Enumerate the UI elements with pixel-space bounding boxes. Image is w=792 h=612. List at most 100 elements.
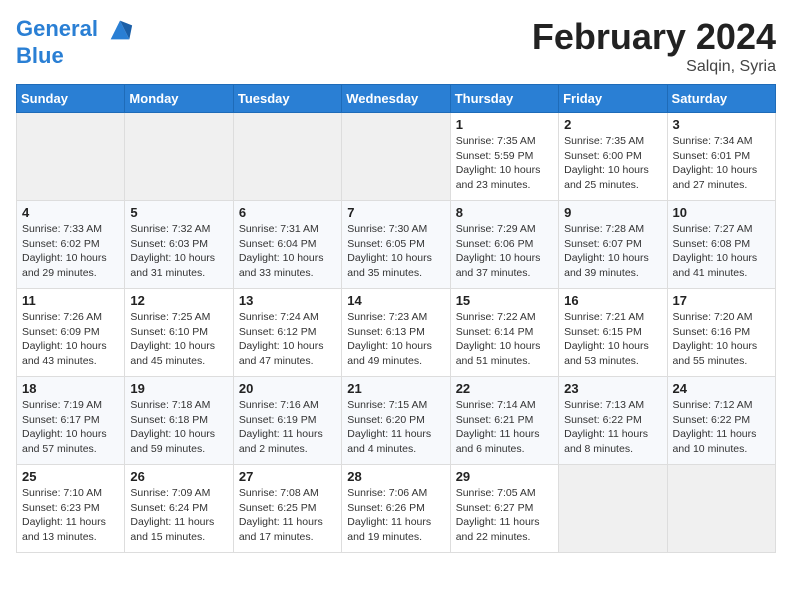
calendar-cell: 8Sunrise: 7:29 AM Sunset: 6:06 PM Daylig… [450, 201, 558, 289]
calendar-week-5: 25 Sunrise: 7:10 AM Sunset: 6:23 PM Dayli… [17, 465, 776, 553]
day-info: Sunrise: 7:08 AM Sunset: 6:25 PM Dayligh… [239, 486, 336, 545]
calendar-cell [17, 113, 125, 201]
calendar-cell: 26 Sunrise: 7:09 AM Sunset: 6:24 PM Dayli… [125, 465, 233, 553]
calendar-cell: 19 Sunrise: 7:18 AM Sunset: 6:18 PM Dayli… [125, 377, 233, 465]
day-info: Sunrise: 7:24 AM Sunset: 6:12 PM Dayligh… [239, 310, 336, 369]
calendar-cell: 12 Sunrise: 7:25 AM Sunset: 6:10 PM Dayli… [125, 289, 233, 377]
calendar-cell: 15Sunrise: 7:22 AM Sunset: 6:14 PM Dayli… [450, 289, 558, 377]
calendar-cell: 5 Sunrise: 7:32 AM Sunset: 6:03 PM Daylig… [125, 201, 233, 289]
calendar-week-3: 11 Sunrise: 7:26 AM Sunset: 6:09 PM Dayli… [17, 289, 776, 377]
calendar-cell: 25 Sunrise: 7:10 AM Sunset: 6:23 PM Dayli… [17, 465, 125, 553]
calendar-cell: 11 Sunrise: 7:26 AM Sunset: 6:09 PM Dayli… [17, 289, 125, 377]
calendar-table: SundayMondayTuesdayWednesdayThursdayFrid… [16, 84, 776, 553]
weekday-header-monday: Monday [125, 85, 233, 113]
day-number: 8 [456, 205, 553, 220]
logo-text: General Blue [16, 16, 134, 68]
calendar-cell: 18Sunrise: 7:19 AM Sunset: 6:17 PM Dayli… [17, 377, 125, 465]
calendar-cell: 16 Sunrise: 7:21 AM Sunset: 6:15 PM Dayli… [559, 289, 667, 377]
day-info: Sunrise: 7:26 AM Sunset: 6:09 PM Dayligh… [22, 310, 119, 369]
day-number: 10 [673, 205, 770, 220]
calendar-cell: 3 Sunrise: 7:34 AM Sunset: 6:01 PM Daylig… [667, 113, 775, 201]
month-title: February 2024 [532, 16, 776, 58]
calendar-week-1: 1 Sunrise: 7:35 AM Sunset: 5:59 PM Daylig… [17, 113, 776, 201]
day-number: 3 [673, 117, 770, 132]
weekday-header-friday: Friday [559, 85, 667, 113]
day-number: 28 [347, 469, 444, 484]
weekday-header-wednesday: Wednesday [342, 85, 450, 113]
day-number: 15 [456, 293, 553, 308]
logo: General Blue [16, 16, 134, 68]
day-number: 16 [564, 293, 661, 308]
day-number: 29 [456, 469, 553, 484]
day-info: Sunrise: 7:10 AM Sunset: 6:23 PM Dayligh… [22, 486, 119, 545]
calendar-cell [125, 113, 233, 201]
day-number: 12 [130, 293, 227, 308]
weekday-header-saturday: Saturday [667, 85, 775, 113]
day-number: 25 [22, 469, 119, 484]
calendar-cell: 4 Sunrise: 7:33 AM Sunset: 6:02 PM Daylig… [17, 201, 125, 289]
weekday-header-tuesday: Tuesday [233, 85, 341, 113]
calendar-cell: 6Sunrise: 7:31 AM Sunset: 6:04 PM Daylig… [233, 201, 341, 289]
day-info: Sunrise: 7:18 AM Sunset: 6:18 PM Dayligh… [130, 398, 227, 457]
day-number: 7 [347, 205, 444, 220]
day-number: 26 [130, 469, 227, 484]
day-number: 17 [673, 293, 770, 308]
day-info: Sunrise: 7:28 AM Sunset: 6:07 PM Dayligh… [564, 222, 661, 281]
day-number: 1 [456, 117, 553, 132]
day-number: 2 [564, 117, 661, 132]
calendar-cell: 17 Sunrise: 7:20 AM Sunset: 6:16 PM Dayli… [667, 289, 775, 377]
day-number: 14 [347, 293, 444, 308]
calendar-cell: 22 Sunrise: 7:14 AM Sunset: 6:21 PM Dayli… [450, 377, 558, 465]
calendar-body: 1 Sunrise: 7:35 AM Sunset: 5:59 PM Daylig… [17, 113, 776, 553]
day-number: 11 [22, 293, 119, 308]
calendar-cell: 21 Sunrise: 7:15 AM Sunset: 6:20 PM Dayli… [342, 377, 450, 465]
calendar-cell: 1 Sunrise: 7:35 AM Sunset: 5:59 PM Daylig… [450, 113, 558, 201]
day-info: Sunrise: 7:30 AM Sunset: 6:05 PM Dayligh… [347, 222, 444, 281]
day-info: Sunrise: 7:32 AM Sunset: 6:03 PM Dayligh… [130, 222, 227, 281]
page-header: General Blue February 2024 Salqin, Syria [16, 16, 776, 76]
calendar-cell [667, 465, 775, 553]
calendar-cell: 2 Sunrise: 7:35 AM Sunset: 6:00 PM Daylig… [559, 113, 667, 201]
day-info: Sunrise: 7:35 AM Sunset: 6:00 PM Dayligh… [564, 134, 661, 193]
day-info: Sunrise: 7:06 AM Sunset: 6:26 PM Dayligh… [347, 486, 444, 545]
day-info: Sunrise: 7:16 AM Sunset: 6:19 PM Dayligh… [239, 398, 336, 457]
calendar-cell: 27 Sunrise: 7:08 AM Sunset: 6:25 PM Dayli… [233, 465, 341, 553]
calendar-cell: 28 Sunrise: 7:06 AM Sunset: 6:26 PM Dayli… [342, 465, 450, 553]
day-info: Sunrise: 7:15 AM Sunset: 6:20 PM Dayligh… [347, 398, 444, 457]
day-number: 24 [673, 381, 770, 396]
location-subtitle: Salqin, Syria [532, 58, 776, 76]
day-info: Sunrise: 7:12 AM Sunset: 6:22 PM Dayligh… [673, 398, 770, 457]
day-number: 5 [130, 205, 227, 220]
day-info: Sunrise: 7:09 AM Sunset: 6:24 PM Dayligh… [130, 486, 227, 545]
calendar-cell [233, 113, 341, 201]
day-info: Sunrise: 7:13 AM Sunset: 6:22 PM Dayligh… [564, 398, 661, 457]
calendar-cell: 9 Sunrise: 7:28 AM Sunset: 6:07 PM Daylig… [559, 201, 667, 289]
weekday-header-row: SundayMondayTuesdayWednesdayThursdayFrid… [17, 85, 776, 113]
weekday-header-sunday: Sunday [17, 85, 125, 113]
day-number: 18 [22, 381, 119, 396]
day-info: Sunrise: 7:25 AM Sunset: 6:10 PM Dayligh… [130, 310, 227, 369]
day-info: Sunrise: 7:27 AM Sunset: 6:08 PM Dayligh… [673, 222, 770, 281]
weekday-header-thursday: Thursday [450, 85, 558, 113]
calendar-cell: 20Sunrise: 7:16 AM Sunset: 6:19 PM Dayli… [233, 377, 341, 465]
day-number: 19 [130, 381, 227, 396]
calendar-cell: 13Sunrise: 7:24 AM Sunset: 6:12 PM Dayli… [233, 289, 341, 377]
day-number: 9 [564, 205, 661, 220]
calendar-cell [342, 113, 450, 201]
day-number: 21 [347, 381, 444, 396]
calendar-week-4: 18Sunrise: 7:19 AM Sunset: 6:17 PM Dayli… [17, 377, 776, 465]
day-info: Sunrise: 7:23 AM Sunset: 6:13 PM Dayligh… [347, 310, 444, 369]
day-number: 4 [22, 205, 119, 220]
day-info: Sunrise: 7:35 AM Sunset: 5:59 PM Dayligh… [456, 134, 553, 193]
day-number: 22 [456, 381, 553, 396]
day-number: 6 [239, 205, 336, 220]
calendar-cell: 10 Sunrise: 7:27 AM Sunset: 6:08 PM Dayli… [667, 201, 775, 289]
day-info: Sunrise: 7:14 AM Sunset: 6:21 PM Dayligh… [456, 398, 553, 457]
title-area: February 2024 Salqin, Syria [532, 16, 776, 76]
day-info: Sunrise: 7:20 AM Sunset: 6:16 PM Dayligh… [673, 310, 770, 369]
day-number: 27 [239, 469, 336, 484]
day-info: Sunrise: 7:21 AM Sunset: 6:15 PM Dayligh… [564, 310, 661, 369]
day-info: Sunrise: 7:33 AM Sunset: 6:02 PM Dayligh… [22, 222, 119, 281]
day-info: Sunrise: 7:34 AM Sunset: 6:01 PM Dayligh… [673, 134, 770, 193]
calendar-cell: 14 Sunrise: 7:23 AM Sunset: 6:13 PM Dayli… [342, 289, 450, 377]
